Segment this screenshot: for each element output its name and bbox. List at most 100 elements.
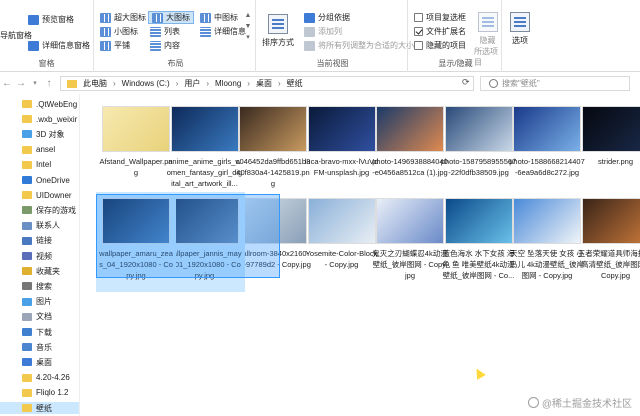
file-thumbnail <box>307 106 376 152</box>
folder-icon <box>22 388 32 397</box>
navigation-pane: .QtWebEng .wxb_weixir 3D 对象 ansel Intel OneDr… <box>0 94 80 416</box>
favorites-icon <box>22 267 32 276</box>
sidebar-item[interactable]: .QtWebEng <box>22 98 77 110</box>
sidebar-item[interactable]: UIDowner <box>22 189 72 201</box>
layout-medium-icons[interactable]: 中图标 <box>200 12 238 23</box>
group-by-button[interactable]: 分组依据 <box>304 12 350 23</box>
refresh-icon[interactable]: ⟳ <box>462 77 470 88</box>
file-thumbnail <box>239 198 307 244</box>
sidebar-item[interactable]: Intel <box>22 159 51 171</box>
file-name: wallroom-3840x2160-bg-97789d2 - Copy.jpg <box>235 249 311 269</box>
watermark-text: @稀土掘金技术社区 <box>541 399 632 410</box>
breadcrumb-label: 桌面 <box>255 79 272 88</box>
breadcrumb-item[interactable]: Windows (C:) › <box>122 79 185 88</box>
sidebar-item-label: 图片 <box>36 297 52 307</box>
folder-icon <box>22 160 32 169</box>
folder-icon <box>22 191 32 200</box>
sidebar-item[interactable]: 搜索 <box>22 280 52 292</box>
sidebar-item-label: 音乐 <box>36 342 52 352</box>
file-thumbnail <box>307 198 376 244</box>
checkbox-checked-icon <box>414 27 423 36</box>
fit-columns-button[interactable]: 将所有列调整为合适的大小 <box>304 40 414 51</box>
breadcrumb-label: 用户 <box>184 79 201 88</box>
fit-columns-icon <box>304 40 315 51</box>
back-arrow-icon[interactable]: ← <box>0 78 14 89</box>
documents-icon <box>22 312 32 321</box>
breadcrumb-item[interactable]: 壁纸 <box>287 78 303 89</box>
layout-group-label: 布局 <box>167 59 184 68</box>
sidebar-item[interactable]: 保存的游戏 <box>22 204 76 216</box>
breadcrumb-item[interactable]: 此电脑 › <box>83 78 122 89</box>
layout-tiles[interactable]: 平铺 <box>100 40 130 51</box>
layout-group: 超大图标 大图标 中图标 小图标 列表 详细信息 平铺 内容 ▲ ▼ ▾ 布局 <box>96 0 256 72</box>
preview-pane-button[interactable]: 预览窗格 <box>28 14 74 25</box>
file-name: 天空 坠落天使 女孩 小鸟儿 4k动漫壁纸_彼岸图网 - Copy.jpg <box>509 249 585 280</box>
sidebar-item[interactable]: 3D 对象 <box>22 128 64 140</box>
file-name: photo-1588668214407-6ea9a6d8c272.jpg <box>509 157 585 177</box>
checkbox-icon <box>414 41 423 50</box>
options-group: 选项 <box>504 0 544 72</box>
forward-arrow-icon[interactable]: → <box>14 78 28 89</box>
sidebar-item-label: Fliqlo 1.2 <box>36 388 69 398</box>
details-pane-button[interactable]: 详细信息窗格 <box>28 40 90 51</box>
sidebar-item[interactable]: 下载 <box>22 326 52 338</box>
file-name: Afstand_Wallpaper.png <box>99 157 173 177</box>
layout-content[interactable]: 内容 <box>150 40 180 51</box>
address-bar[interactable]: 此电脑 › Windows (C:) › 用户 › Mloong › 桌面 › 壁纸 <box>60 76 474 91</box>
file-extensions-toggle[interactable]: 文件扩展名 <box>414 26 466 37</box>
file-thumbnail <box>102 198 170 244</box>
fit-columns-label: 将所有列调整为合适的大小 <box>318 41 414 50</box>
breadcrumb-label: Windows (C:) <box>121 79 170 88</box>
sidebar-item-label: 视频 <box>36 251 52 261</box>
folder-icon <box>22 404 32 412</box>
sidebar-item[interactable]: 链接 <box>22 235 52 247</box>
recent-dropdown-icon[interactable]: ▾ <box>28 79 42 87</box>
file-name: wallpaper_jannis_mayr_01_1920x1080 - Cop… <box>167 249 242 280</box>
breadcrumb-item[interactable]: 用户 › <box>184 78 215 89</box>
onedrive-icon <box>22 176 32 184</box>
search-input[interactable]: 搜索"壁纸" <box>480 76 630 91</box>
sidebar-item[interactable]: ansel <box>22 144 55 156</box>
sidebar-item[interactable]: 联系人 <box>22 220 60 232</box>
sidebar-item-label: 收藏夹 <box>36 266 60 276</box>
layout-details[interactable]: 详细信息 <box>200 26 246 37</box>
sidebar-item[interactable]: 桌面 <box>22 356 52 368</box>
layout-item-label: 列表 <box>164 27 180 36</box>
add-columns-button[interactable]: 添加列 <box>304 26 342 37</box>
layout-large-icons[interactable]: 大图标 <box>148 11 194 24</box>
sidebar-item[interactable]: 视频 <box>22 250 52 262</box>
preview-pane-label: 预览窗格 <box>42 15 74 24</box>
layout-small-icons[interactable]: 小图标 <box>100 26 138 37</box>
breadcrumb-item[interactable]: 桌面 › <box>256 78 287 89</box>
details-pane-icon <box>28 40 39 51</box>
file-thumbnail <box>444 198 513 244</box>
ribbon: 导航窗格 预览窗格 详细信息窗格 窗格 超大图标 大图标 中图标 小图标 列表 … <box>0 0 640 72</box>
hidden-items-toggle[interactable]: 隐藏的项目 <box>414 40 466 51</box>
3d-objects-icon <box>22 130 32 139</box>
item-checkboxes-toggle[interactable]: 项目复选框 <box>414 12 466 23</box>
up-arrow-icon[interactable]: ↑ <box>42 78 56 89</box>
sidebar-item[interactable]: 4.20-4.26 <box>22 372 70 384</box>
breadcrumb-item[interactable]: Mloong › <box>215 79 256 88</box>
layout-list[interactable]: 列表 <box>150 26 180 37</box>
tiles-icon <box>100 40 111 51</box>
layout-scroll[interactable]: ▲ ▼ ▾ <box>244 10 252 50</box>
options-button[interactable]: 选项 <box>510 12 530 46</box>
sidebar-item[interactable]: 收藏夹 <box>22 265 60 277</box>
contacts-icon <box>22 221 32 230</box>
sidebar-item[interactable]: 文档 <box>22 311 52 323</box>
sidebar-item-label: .QtWebEng <box>36 99 78 109</box>
current-view-group-label: 当前视图 <box>316 59 349 68</box>
juejin-logo-icon <box>527 397 539 408</box>
sidebar-item[interactable]: 图片 <box>22 296 52 308</box>
breadcrumb-label: Mloong <box>215 79 242 88</box>
sidebar-item-label: 链接 <box>36 236 52 246</box>
sidebar-item[interactable]: OneDrive <box>22 174 70 186</box>
sidebar-item[interactable]: 壁纸 <box>0 402 79 414</box>
address-row: ← → ▾ ↑ 此电脑 › Windows (C:) › 用户 › Mloong › 桌… <box>0 74 640 92</box>
sidebar-item[interactable]: .wxb_weixir <box>22 113 77 125</box>
layout-extra-large-icons[interactable]: 超大图标 <box>100 12 146 23</box>
sidebar-item[interactable]: Fliqlo 1.2 <box>22 387 68 399</box>
sort-by-button[interactable]: 排序方式 <box>262 14 294 48</box>
sidebar-item[interactable]: 音乐 <box>22 341 52 353</box>
